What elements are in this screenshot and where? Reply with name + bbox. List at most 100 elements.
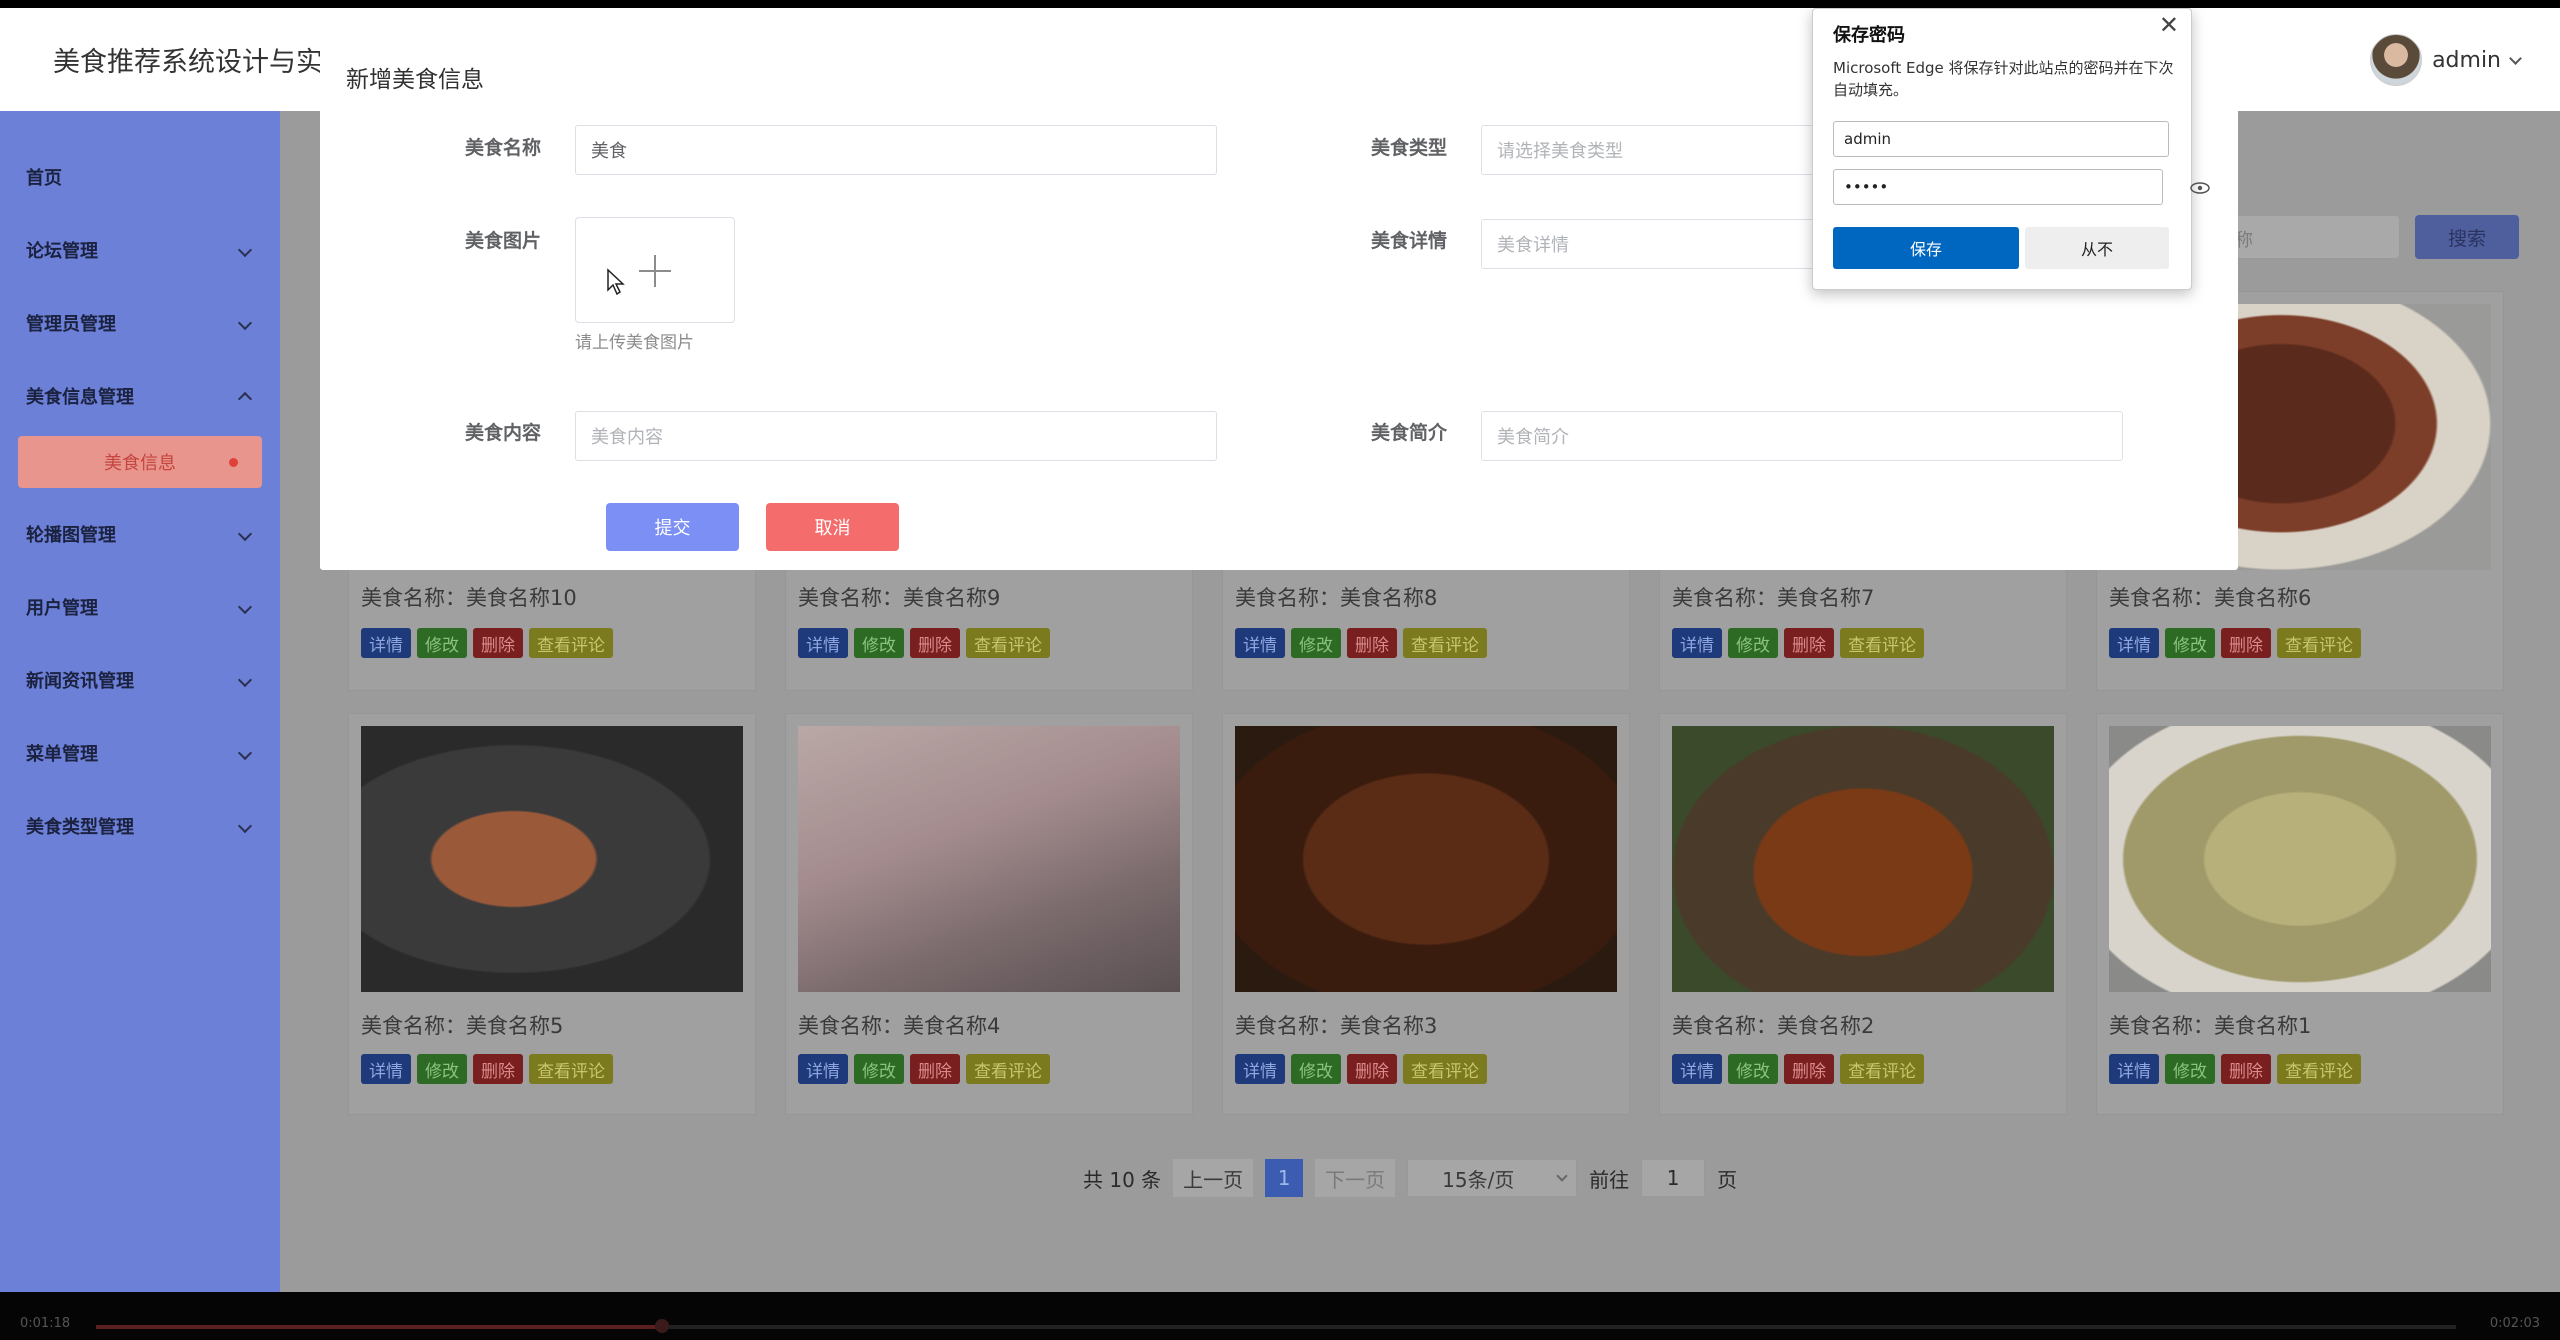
detail-button[interactable]: 详情 bbox=[2109, 628, 2159, 658]
page-size-select[interactable]: 15条/页 bbox=[1407, 1159, 1578, 1197]
avatar[interactable] bbox=[2370, 34, 2423, 86]
popup-title: 保存密码 bbox=[1833, 25, 1905, 46]
password-field[interactable]: ••••• bbox=[1833, 169, 2163, 205]
view-comments-button[interactable]: 查看评论 bbox=[2277, 628, 2361, 658]
food-card: 美食名称：美食名称4 详情 修改 删除 查看评论 bbox=[785, 713, 1193, 1115]
food-card: 美食名称：美食名称2 详情 修改 删除 查看评论 bbox=[1659, 713, 2067, 1115]
edit-button[interactable]: 修改 bbox=[417, 628, 467, 658]
user-name[interactable]: admin bbox=[2432, 48, 2501, 73]
search-button[interactable]: 搜索 bbox=[2415, 215, 2519, 259]
view-comments-button[interactable]: 查看评论 bbox=[529, 1054, 613, 1084]
sidebar-item-forum[interactable]: 论坛管理 bbox=[26, 230, 256, 270]
detail-button[interactable]: 详情 bbox=[1672, 1054, 1722, 1084]
edit-button[interactable]: 修改 bbox=[854, 628, 904, 658]
sidebar-item-carousel[interactable]: 轮播图管理 bbox=[26, 514, 256, 554]
app-screen: 美食推荐系统设计与实 admin 首页 论坛管理 管理员管理 美食信息管理 美食… bbox=[0, 8, 2560, 1292]
detail-button[interactable]: 详情 bbox=[798, 628, 848, 658]
sidebar-item-label: 管理员管理 bbox=[26, 314, 116, 335]
food-content-input[interactable]: 美食内容 bbox=[575, 411, 1217, 461]
delete-button[interactable]: 删除 bbox=[1347, 1054, 1397, 1084]
view-comments-button[interactable]: 查看评论 bbox=[1840, 628, 1924, 658]
edit-button[interactable]: 修改 bbox=[854, 1054, 904, 1084]
chevron-down-icon[interactable] bbox=[2509, 51, 2522, 65]
detail-button[interactable]: 详情 bbox=[1235, 628, 1285, 658]
submit-button[interactable]: 提交 bbox=[606, 503, 739, 551]
edit-button[interactable]: 修改 bbox=[2165, 628, 2215, 658]
delete-button[interactable]: 删除 bbox=[910, 628, 960, 658]
detail-button[interactable]: 详情 bbox=[2109, 1054, 2159, 1084]
sidebar-item-food-types[interactable]: 美食类型管理 bbox=[26, 806, 256, 846]
delete-button[interactable]: 删除 bbox=[1784, 628, 1834, 658]
food-card: 美食名称：美食名称3 详情 修改 删除 查看评论 bbox=[1222, 713, 1630, 1115]
page-number[interactable]: 1 bbox=[1265, 1159, 1304, 1197]
food-detail-label: 美食详情 bbox=[1371, 230, 1448, 252]
chevron-down-icon bbox=[237, 526, 253, 542]
cancel-button[interactable]: 取消 bbox=[766, 503, 899, 551]
view-comments-button[interactable]: 查看评论 bbox=[1403, 628, 1487, 658]
video-elapsed-time: 0:01:18 bbox=[20, 1316, 71, 1331]
plus-icon-vertical bbox=[654, 255, 656, 287]
edit-button[interactable]: 修改 bbox=[417, 1054, 467, 1084]
delete-button[interactable]: 删除 bbox=[2221, 1054, 2271, 1084]
goto-label: 前往 bbox=[1589, 1167, 1630, 1192]
card-actions: 详情 修改 删除 查看评论 bbox=[2109, 1054, 2361, 1084]
view-comments-button[interactable]: 查看评论 bbox=[1840, 1054, 1924, 1084]
chevron-down-icon bbox=[237, 599, 253, 615]
card-actions: 详情 修改 删除 查看评论 bbox=[1672, 1054, 1924, 1084]
username-field[interactable]: admin bbox=[1833, 121, 2169, 157]
sidebar-subitem-food-info[interactable]: 美食信息 bbox=[18, 436, 262, 488]
image-uploader[interactable] bbox=[575, 217, 735, 323]
delete-button[interactable]: 删除 bbox=[910, 1054, 960, 1084]
close-icon[interactable]: ✕ bbox=[2159, 11, 2179, 39]
eye-icon[interactable] bbox=[2189, 181, 2211, 195]
edit-button[interactable]: 修改 bbox=[1728, 1054, 1778, 1084]
edit-button[interactable]: 修改 bbox=[1291, 1054, 1341, 1084]
detail-button[interactable]: 详情 bbox=[1672, 628, 1722, 658]
view-comments-button[interactable]: 查看评论 bbox=[966, 628, 1050, 658]
food-name: 美食名称：美食名称1 bbox=[2109, 1014, 2312, 1038]
food-name: 美食名称：美食名称5 bbox=[361, 1014, 564, 1038]
sidebar-item-label: 美食信息管理 bbox=[26, 387, 134, 408]
view-comments-button[interactable]: 查看评论 bbox=[2277, 1054, 2361, 1084]
delete-button[interactable]: 删除 bbox=[2221, 628, 2271, 658]
active-dot-icon bbox=[229, 457, 238, 467]
chevron-down-icon bbox=[237, 242, 253, 258]
detail-button[interactable]: 详情 bbox=[361, 628, 411, 658]
edit-button[interactable]: 修改 bbox=[2165, 1054, 2215, 1084]
delete-button[interactable]: 删除 bbox=[1784, 1054, 1834, 1084]
never-save-button[interactable]: 从不 bbox=[2025, 227, 2169, 269]
sidebar-item-admins[interactable]: 管理员管理 bbox=[26, 303, 256, 343]
delete-button[interactable]: 删除 bbox=[1347, 628, 1397, 658]
food-image bbox=[1672, 726, 2054, 992]
detail-button[interactable]: 详情 bbox=[1235, 1054, 1285, 1084]
chevron-down-icon bbox=[237, 818, 253, 834]
detail-button[interactable]: 详情 bbox=[798, 1054, 848, 1084]
food-name-input[interactable]: 美食 bbox=[575, 125, 1217, 175]
sidebar-item-food-info[interactable]: 美食信息管理 bbox=[26, 376, 256, 416]
delete-button[interactable]: 删除 bbox=[473, 1054, 523, 1084]
user-menu[interactable]: admin bbox=[2370, 34, 2522, 86]
edit-button[interactable]: 修改 bbox=[1728, 628, 1778, 658]
view-comments-button[interactable]: 查看评论 bbox=[966, 1054, 1050, 1084]
sidebar-item-users[interactable]: 用户管理 bbox=[26, 587, 256, 627]
view-comments-button[interactable]: 查看评论 bbox=[529, 628, 613, 658]
save-password-button[interactable]: 保存 bbox=[1833, 227, 2019, 269]
prev-page-button[interactable]: 上一页 bbox=[1173, 1159, 1254, 1197]
food-name: 美食名称：美食名称8 bbox=[1235, 586, 1438, 610]
sidebar-item-menu[interactable]: 菜单管理 bbox=[26, 733, 256, 773]
sidebar-item-news[interactable]: 新闻资讯管理 bbox=[26, 660, 256, 700]
goto-page-input[interactable]: 1 bbox=[1641, 1159, 1706, 1197]
food-image bbox=[361, 726, 743, 992]
sidebar-item-home[interactable]: 首页 bbox=[26, 157, 256, 197]
next-page-button[interactable]: 下一页 bbox=[1315, 1159, 1396, 1197]
dialog-title: 新增美食信息 bbox=[346, 67, 484, 93]
chevron-down-icon bbox=[237, 315, 253, 331]
delete-button[interactable]: 删除 bbox=[473, 628, 523, 658]
edit-button[interactable]: 修改 bbox=[1291, 628, 1341, 658]
chevron-up-icon bbox=[237, 391, 253, 407]
food-image-label: 美食图片 bbox=[465, 230, 542, 252]
food-name: 美食名称：美食名称6 bbox=[2109, 586, 2312, 610]
food-intro-input[interactable]: 美食简介 bbox=[1481, 411, 2123, 461]
view-comments-button[interactable]: 查看评论 bbox=[1403, 1054, 1487, 1084]
detail-button[interactable]: 详情 bbox=[361, 1054, 411, 1084]
